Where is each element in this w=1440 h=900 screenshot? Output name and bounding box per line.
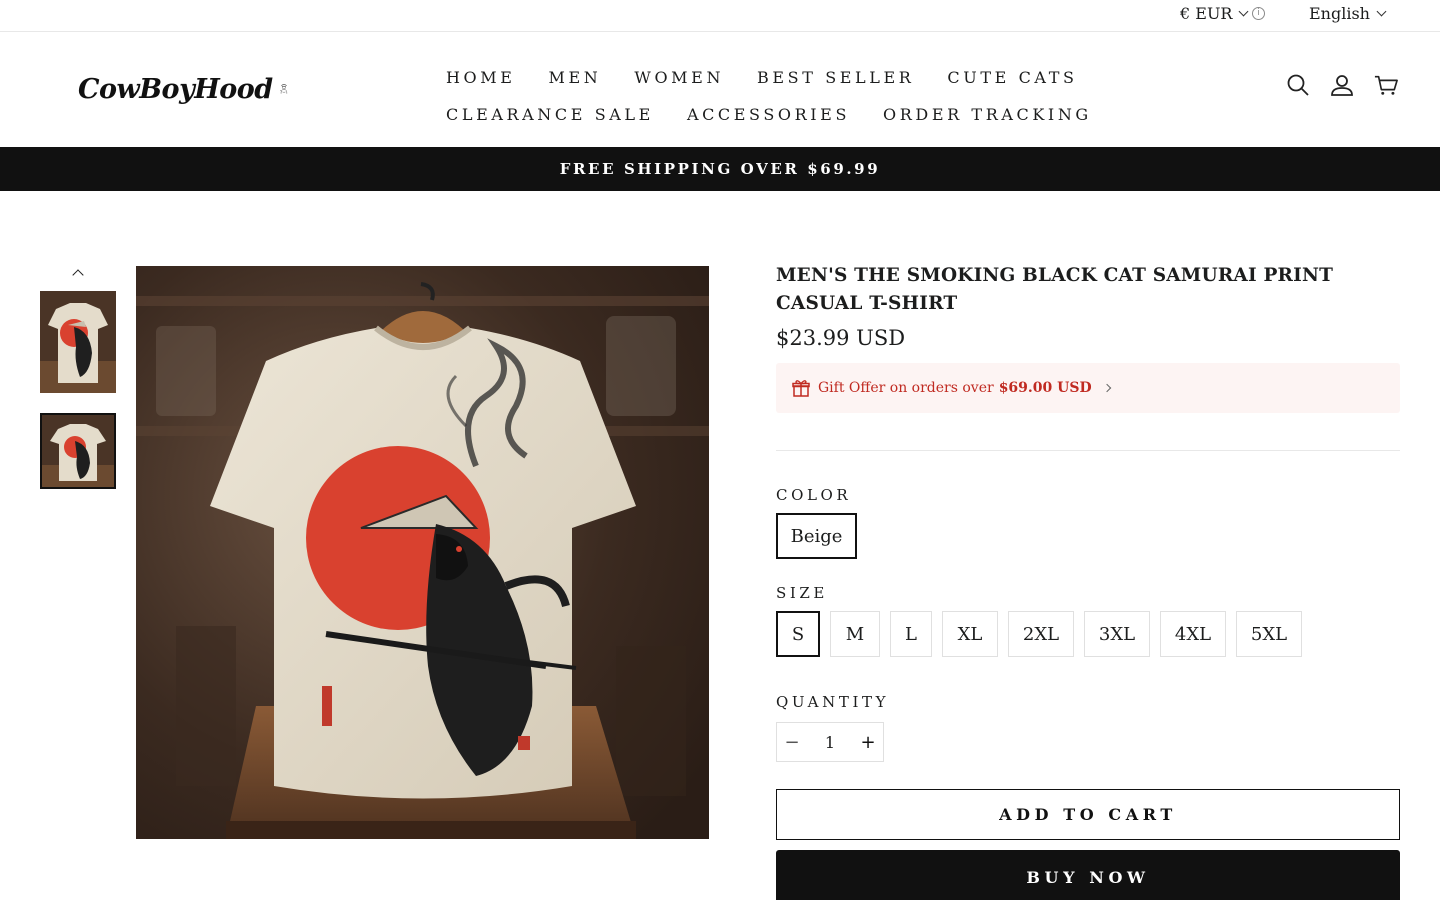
- logo-text: CowBoyHood: [78, 73, 273, 105]
- announcement-bar: FREE SHIPPING OVER $69.99: [0, 147, 1440, 191]
- quantity-stepper: − +: [776, 722, 884, 762]
- gift-offer-banner[interactable]: Gift Offer on orders over $69.00 USD: [776, 363, 1400, 413]
- site-header: CowBoyHood HOME MEN WOMEN BEST SELLER CUTE C…: [0, 33, 1440, 147]
- logo[interactable]: CowBoyHood: [78, 67, 288, 111]
- thumbnail-scroll-up-icon[interactable]: [71, 266, 85, 280]
- product-thumbnail-1[interactable]: [40, 291, 116, 393]
- gift-offer-text: Gift Offer on orders over: [818, 380, 994, 396]
- size-option-2xl[interactable]: 2XL: [1008, 611, 1074, 657]
- product-info: MEN'S THE SMOKING BLACK CAT SAMURAI PRIN…: [776, 262, 1400, 900]
- minus-icon[interactable]: −: [777, 732, 807, 753]
- cart-icon[interactable]: [1374, 73, 1398, 97]
- header-icons: [1286, 73, 1398, 97]
- size-option-xl[interactable]: XL: [942, 611, 998, 657]
- language-label: English: [1309, 4, 1370, 23]
- info-icon[interactable]: i: [1252, 7, 1265, 20]
- announcement-text: FREE SHIPPING OVER $69.99: [559, 160, 881, 178]
- chevron-right-icon: [1102, 383, 1111, 393]
- divider: [776, 450, 1400, 451]
- gift-offer-amount: $69.00 USD: [998, 380, 1092, 396]
- cowboy-mascot-icon: [279, 84, 287, 94]
- color-option-beige[interactable]: Beige: [776, 513, 857, 559]
- plus-icon[interactable]: +: [853, 732, 883, 753]
- nav-link-cute-cats[interactable]: CUTE CATS: [947, 68, 1077, 87]
- size-label: SIZE: [776, 584, 828, 602]
- language-selector[interactable]: English: [1309, 4, 1387, 23]
- size-options: S M L XL 2XL 3XL 4XL 5XL: [776, 611, 1400, 657]
- currency-label: € EUR: [1180, 4, 1233, 23]
- main-nav: HOME MEN WOMEN BEST SELLER CUTE CATS CLEARAN…: [446, 59, 1088, 133]
- size-option-4xl[interactable]: 4XL: [1160, 611, 1226, 657]
- size-option-3xl[interactable]: 3XL: [1084, 611, 1150, 657]
- nav-link-clearance-sale[interactable]: CLEARANCE SALE: [446, 105, 654, 124]
- gift-icon: [792, 380, 810, 397]
- product-title: MEN'S THE SMOKING BLACK CAT SAMURAI PRIN…: [776, 265, 1334, 314]
- quantity-label: QUANTITY: [776, 693, 890, 711]
- add-to-cart-button[interactable]: ADD TO CART: [776, 789, 1400, 840]
- size-option-5xl[interactable]: 5XL: [1236, 611, 1302, 657]
- buy-now-button[interactable]: BUY NOW: [776, 850, 1400, 900]
- product-main-image[interactable]: [136, 266, 709, 839]
- product-thumbnail-2[interactable]: [40, 413, 116, 489]
- search-icon[interactable]: [1286, 73, 1310, 97]
- currency-selector[interactable]: € EUR: [1180, 4, 1249, 23]
- color-label: COLOR: [776, 486, 852, 504]
- quantity-input[interactable]: [807, 732, 853, 752]
- utility-bar: € EUR i English: [0, 0, 1440, 32]
- color-options: Beige: [776, 513, 1400, 559]
- size-option-s[interactable]: S: [776, 611, 820, 657]
- size-option-l[interactable]: L: [890, 611, 932, 657]
- nav-link-men[interactable]: MEN: [549, 68, 602, 87]
- nav-link-accessories[interactable]: ACCESSORIES: [687, 105, 850, 124]
- nav-link-best-seller[interactable]: BEST SELLER: [757, 68, 914, 87]
- product-price: $23.99 USD: [776, 326, 906, 350]
- nav-link-order-tracking[interactable]: ORDER TRACKING: [883, 105, 1092, 124]
- nav-link-women[interactable]: WOMEN: [634, 68, 724, 87]
- nav-row-primary: HOME MEN WOMEN BEST SELLER CUTE CATS: [446, 59, 1074, 96]
- account-icon[interactable]: [1330, 73, 1354, 97]
- chevron-down-icon: [1239, 6, 1249, 17]
- chevron-down-icon: [1376, 6, 1387, 17]
- nav-link-home[interactable]: HOME: [446, 68, 516, 87]
- nav-row-secondary: CLEARANCE SALE ACCESSORIES ORDER TRACKING: [446, 96, 1088, 133]
- size-option-m[interactable]: M: [830, 611, 880, 657]
